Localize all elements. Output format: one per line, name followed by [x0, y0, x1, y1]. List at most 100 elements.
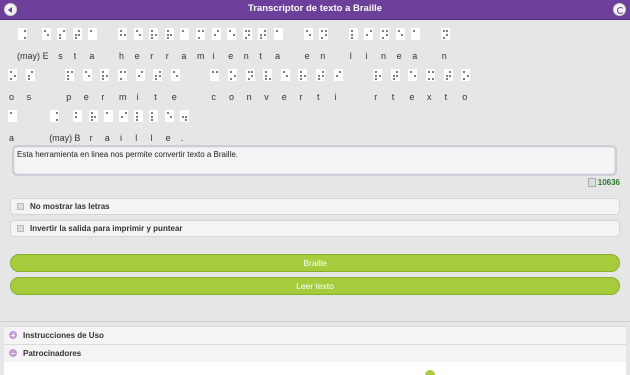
braille-dot [70, 71, 73, 73]
braille-cell: n [380, 28, 392, 61]
braille-cell: t [443, 69, 456, 102]
braille-char-label: t [444, 92, 448, 102]
braille-dot [74, 37, 77, 39]
braille-dot [212, 71, 215, 73]
braille-dot [375, 78, 378, 80]
braille-char-label: e [281, 92, 287, 102]
braille-char-label: n [320, 51, 326, 61]
braille-dot [305, 30, 308, 32]
braille-char-label: a [89, 51, 95, 61]
braille-char-label: l [150, 133, 153, 143]
checkbox-hide-letters[interactable] [17, 203, 24, 210]
sponsor-logo [425, 370, 435, 375]
braille-dot [67, 74, 70, 77]
accordion-instructions[interactable]: Instrucciones de Uso [4, 326, 626, 344]
braille-dot [309, 33, 312, 36]
option-invert-output[interactable]: Invertir la salida para imprimir y punte… [10, 220, 620, 237]
refresh-icon[interactable] [613, 3, 626, 16]
braille-dots [443, 69, 453, 81]
braille-dot [350, 37, 353, 39]
braille-dot [137, 74, 140, 77]
braille-dot [466, 74, 469, 77]
braille-dot [78, 33, 81, 36]
option-hide-letters[interactable]: No mostrar las letras [10, 198, 620, 215]
read-text-button[interactable]: Leer texto [10, 277, 620, 295]
braille-dot [324, 30, 327, 32]
braille-dot [324, 33, 327, 36]
braille-dot [84, 71, 87, 73]
braille-dots [118, 69, 127, 81]
braille-char-label: (may) [49, 133, 73, 143]
braille-dot [158, 74, 161, 77]
braille-dot [158, 71, 161, 73]
braille-dot [213, 33, 216, 36]
braille-cell: a [8, 110, 20, 143]
braille-dot [397, 30, 400, 32]
braille-char-label: e [409, 92, 415, 102]
braille-char-label: t [73, 51, 77, 61]
braille-dot [442, 30, 445, 32]
accordion-sponsors[interactable]: Patrocinadores [4, 344, 626, 362]
braille-cell: m [118, 69, 130, 102]
braille-dot [392, 78, 395, 80]
braille-cell: a [411, 28, 423, 61]
braille-dot [151, 37, 154, 39]
braille-char-label: l [135, 133, 138, 143]
braille-dots [118, 28, 127, 40]
accordion-instructions-label: Instrucciones de Uso [23, 331, 104, 340]
braille-dot [428, 78, 430, 80]
braille-cell: r [88, 110, 101, 143]
braille-dot [102, 74, 105, 77]
braille-dots [179, 110, 189, 122]
braille-dot [247, 71, 250, 73]
braille-cell: e [227, 28, 239, 61]
braille-cell: E [41, 28, 54, 61]
text-input-area[interactable]: Esta herramienta en linea nos permite co… [12, 145, 617, 176]
braille-dot [244, 30, 247, 32]
braille-cell: i [119, 110, 131, 143]
braille-char-label: t [391, 92, 395, 102]
braille-dots [440, 28, 450, 40]
braille-dot [47, 33, 50, 36]
braille-dot [75, 115, 78, 118]
braille-cell: m [196, 28, 208, 61]
braille-dot [378, 74, 381, 77]
braille-char-label: o [462, 92, 468, 102]
braille-button[interactable]: Braille [10, 254, 620, 272]
checkbox-invert-output[interactable] [17, 225, 24, 232]
braille-dot [62, 30, 65, 32]
braille-dot [300, 74, 303, 77]
braille-dots [227, 28, 237, 40]
braille-dot [172, 71, 175, 73]
braille-cell: i [364, 28, 376, 61]
braille-cell: a [274, 28, 286, 61]
braille-dots [210, 69, 220, 81]
braille-cell: e [395, 28, 408, 61]
braille-char-label: o [229, 92, 235, 102]
braille-dot [251, 71, 254, 73]
braille-dot [59, 33, 62, 36]
braille-dot [10, 71, 12, 73]
braille-dot [276, 30, 278, 32]
braille-char-label: p [66, 92, 72, 102]
braille-dots [426, 69, 435, 81]
braille-dot [392, 74, 395, 77]
braille-dot [265, 71, 268, 73]
braille-dot [401, 33, 404, 36]
braille-dot [375, 71, 378, 73]
braille-dot [136, 119, 139, 121]
braille-dot [185, 119, 188, 121]
braille-dots [100, 69, 110, 81]
braille-cell: e [133, 28, 146, 61]
braille-cell: e [164, 110, 177, 143]
braille-char-label: i [120, 133, 122, 143]
braille-dot [303, 74, 306, 77]
braille-cell: n [440, 28, 453, 61]
braille-dots [133, 28, 143, 40]
braille-dot [166, 37, 169, 39]
braille-dot [300, 71, 303, 73]
braille-dot [321, 30, 324, 32]
braille-dots [280, 69, 290, 81]
braille-dot [90, 119, 93, 121]
braille-char-label: (may) [17, 51, 40, 61]
